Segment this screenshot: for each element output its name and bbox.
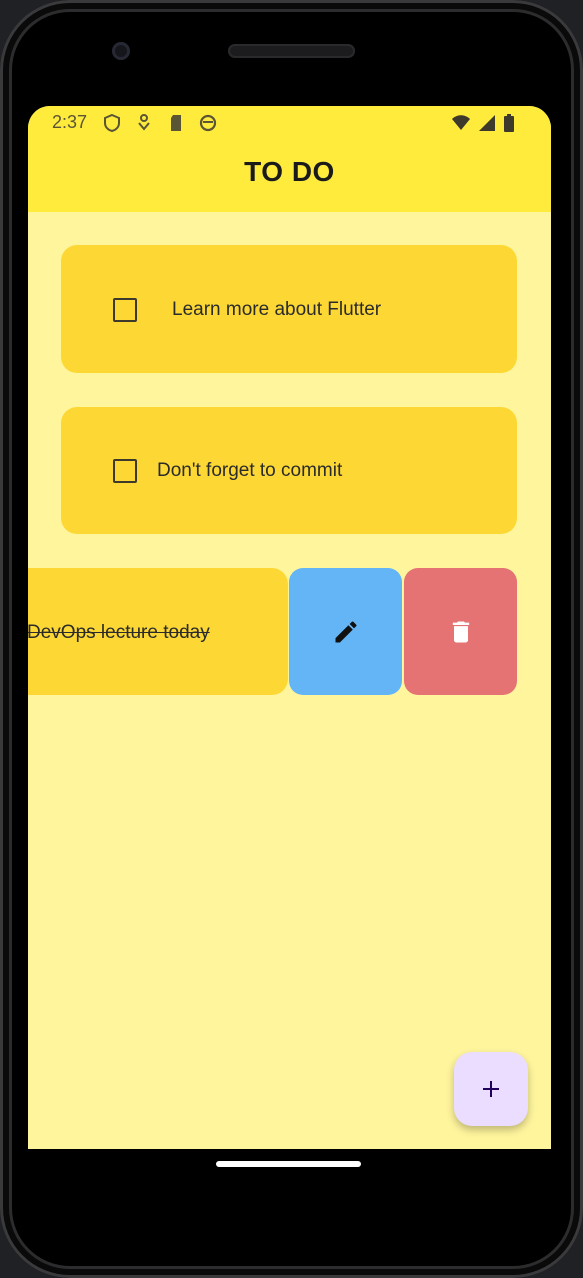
download-icon: [138, 114, 150, 131]
page-title: TO DO: [244, 156, 335, 187]
delete-button[interactable]: [404, 568, 517, 695]
todo-card[interactable]: Don't forget to commit: [61, 407, 517, 534]
app-bar: 2:37 TO DO: [28, 106, 551, 212]
todo-label: Don't forget to commit: [157, 460, 343, 481]
gesture-nav-bar[interactable]: [216, 1161, 361, 1167]
wifi-icon: [452, 115, 470, 130]
status-time: 2:37: [52, 112, 88, 132]
trash-icon: [452, 621, 469, 642]
phone-frame: 2:37 TO DO Learn more about Flutter Don'…: [0, 0, 583, 1278]
pencil-icon: [335, 620, 357, 642]
front-camera: [112, 42, 130, 60]
status-icons-left: [102, 113, 218, 133]
todo-checkbox[interactable]: [113, 298, 137, 322]
todo-checkbox[interactable]: [113, 459, 137, 483]
todo-label: Learn more about Flutter: [172, 299, 382, 320]
app-screen: 2:37 TO DO Learn more about Flutter Don'…: [28, 106, 551, 1149]
plus-icon: [483, 1081, 499, 1097]
signal-icon: [479, 115, 495, 131]
todo-label: DevOps lecture today: [28, 622, 210, 643]
status-icons-right: [451, 113, 515, 133]
sync-icon: [199, 114, 217, 132]
edit-button[interactable]: [289, 568, 402, 695]
sd-card-icon: [171, 115, 181, 131]
battery-icon: [504, 114, 514, 132]
earpiece-speaker: [228, 44, 355, 58]
todo-card[interactable]: Learn more about Flutter: [61, 245, 517, 373]
shield-icon: [104, 113, 120, 133]
todo-card-swiped[interactable]: DevOps lecture today: [28, 568, 288, 695]
add-todo-button[interactable]: [454, 1052, 528, 1126]
